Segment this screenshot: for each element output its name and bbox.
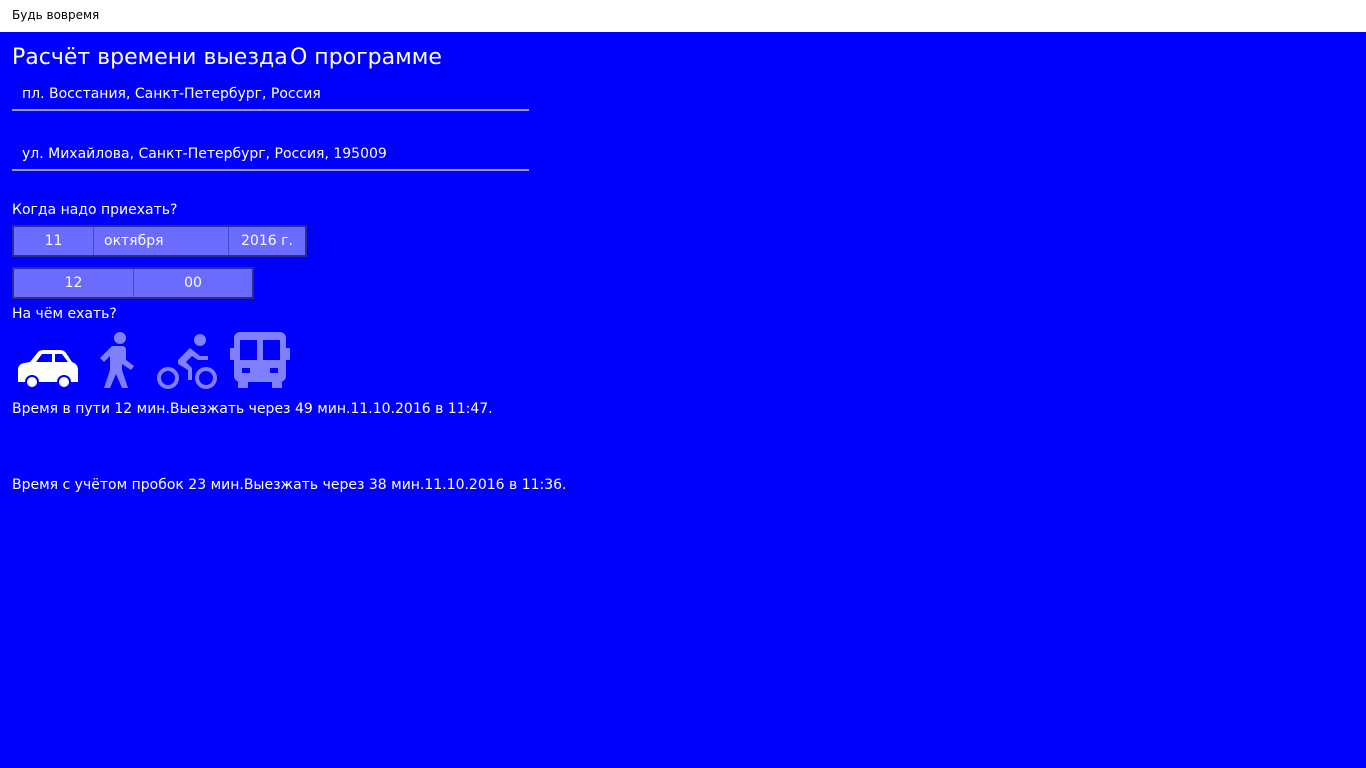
transport-label: На чём ехать? [12, 306, 117, 322]
travel-time-result: Время в пути 12 мин.Выезжать через 49 ми… [12, 401, 493, 417]
bike-icon [157, 334, 217, 389]
tab-departure-calc[interactable]: Расчёт времени выезда [12, 44, 288, 72]
traffic-time-result: Время с учётом пробок 23 мин.Выезжать че… [12, 477, 567, 493]
car-icon [18, 350, 78, 389]
title-bar: Будь вовремя [0, 0, 1366, 32]
tab-about[interactable]: О программе [290, 44, 442, 72]
transport-bike-button[interactable] [156, 330, 218, 390]
arrival-label: Когда надо приехать? [12, 202, 178, 218]
time-hour[interactable]: 12 [14, 269, 134, 297]
transport-bus-button[interactable] [230, 330, 290, 390]
transport-car-button[interactable] [14, 330, 80, 390]
time-minute[interactable]: 00 [134, 269, 252, 297]
destination-input[interactable] [12, 139, 529, 169]
date-month[interactable]: октября [94, 227, 229, 255]
destination-field-wrapper [12, 139, 529, 171]
origin-field-wrapper [12, 79, 529, 111]
bus-icon [230, 332, 290, 388]
walk-icon [100, 332, 134, 388]
transport-walk-button[interactable] [94, 330, 140, 390]
date-year[interactable]: 2016 г. [229, 227, 305, 255]
origin-input[interactable] [12, 79, 529, 109]
date-picker[interactable]: 11 октября 2016 г. [12, 225, 307, 257]
window-title: Будь вовремя [12, 8, 100, 22]
date-day[interactable]: 11 [14, 227, 94, 255]
time-picker[interactable]: 12 00 [12, 267, 254, 299]
